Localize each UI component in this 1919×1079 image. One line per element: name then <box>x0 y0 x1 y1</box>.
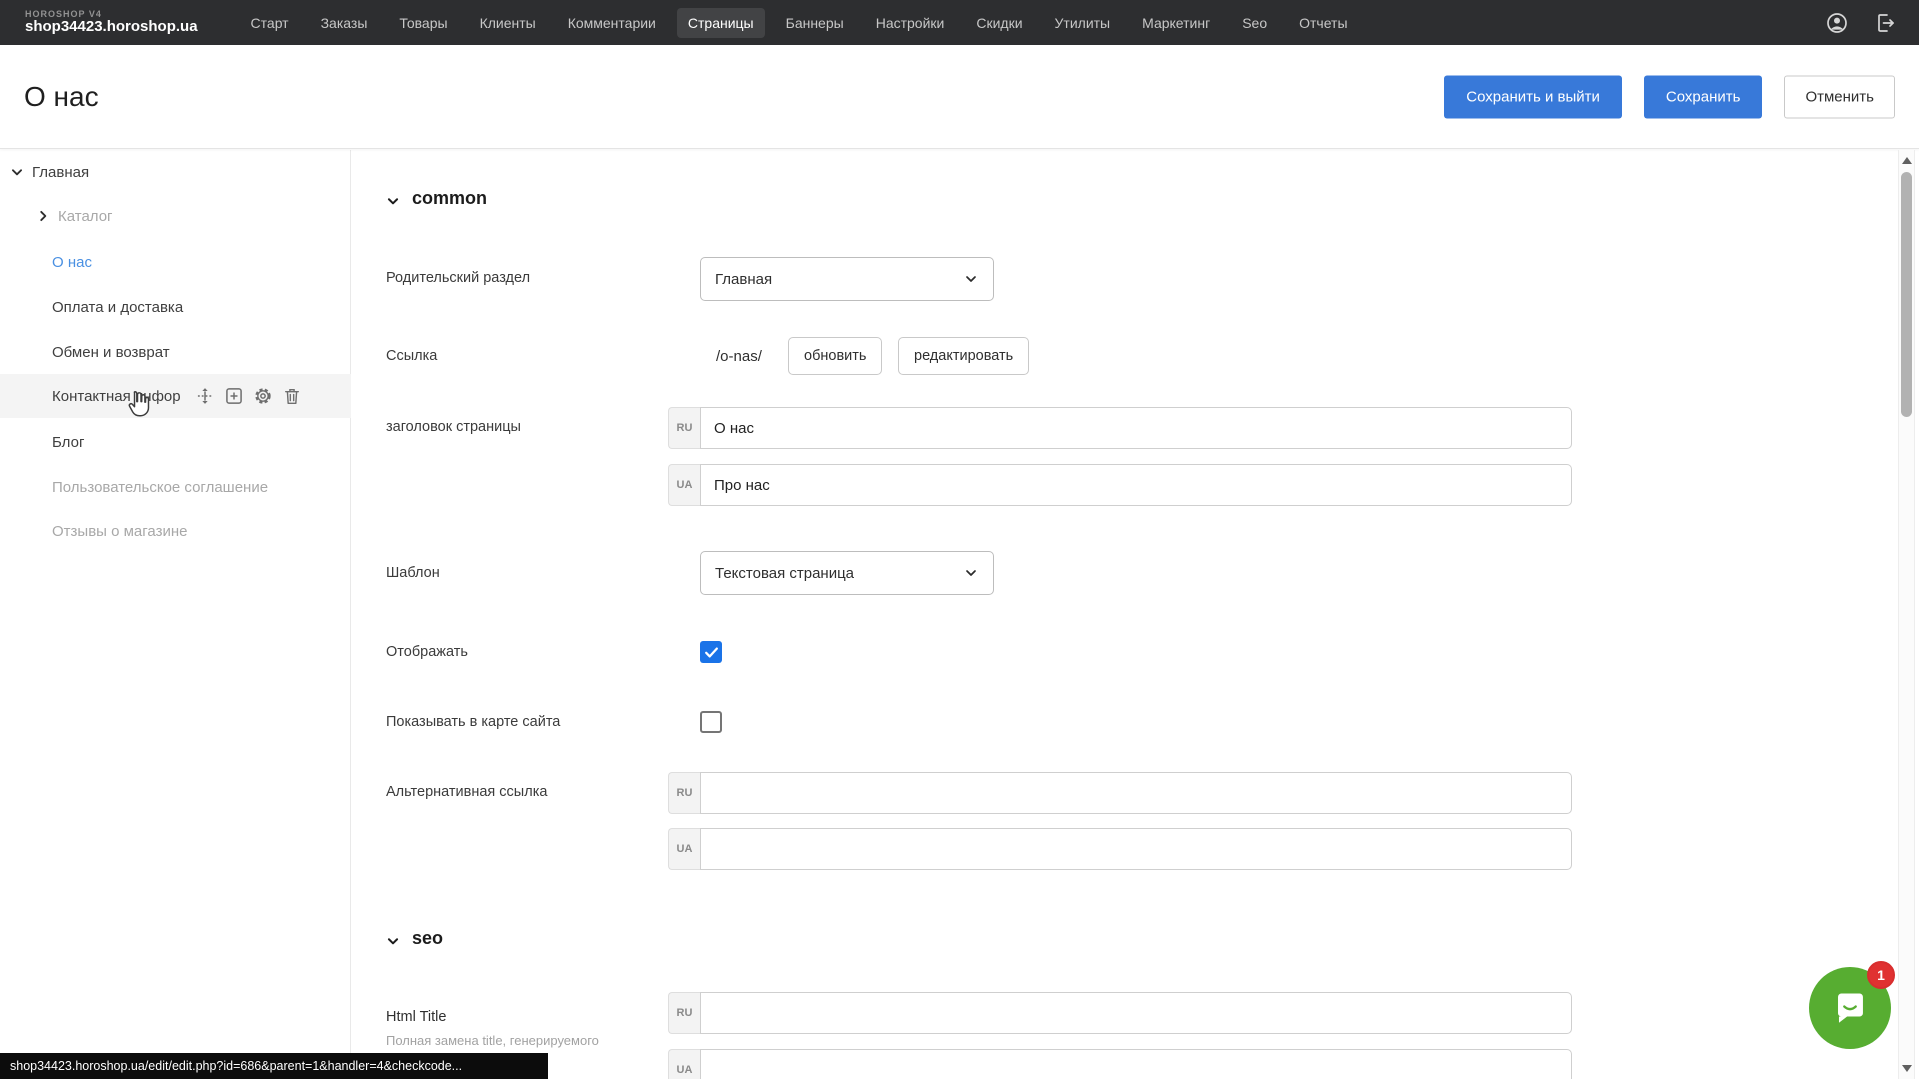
alt-link-ua-input[interactable] <box>700 828 1572 870</box>
tree-item-label: О нас <box>52 254 92 271</box>
tree-item-label: Обмен и возврат <box>52 344 170 361</box>
nav-settings[interactable]: Настройки <box>865 8 956 38</box>
nav-orders[interactable]: Заказы <box>310 8 379 38</box>
nav-reports[interactable]: Отчеты <box>1288 8 1358 38</box>
tree-item-blog[interactable]: Блог <box>0 420 351 464</box>
html-title-label: Html Title <box>386 1009 686 1025</box>
parent-section-label: Родительский раздел <box>386 270 686 286</box>
nav-comments[interactable]: Комментарии <box>557 8 667 38</box>
scrollbar-thumb[interactable] <box>1901 172 1912 417</box>
tree-item-actions <box>195 386 302 406</box>
chevron-right-icon[interactable] <box>36 209 50 223</box>
nav-start[interactable]: Старт <box>240 8 300 38</box>
sitemap-label: Показывать в карте сайта <box>386 714 686 730</box>
tree-item-label: Контактная инфор <box>52 388 181 405</box>
link-path: /o-nas/ <box>716 348 762 365</box>
parent-section-value: Главная <box>715 271 772 288</box>
sitemap-checkbox[interactable] <box>700 711 722 733</box>
tree-item-label: Оплата и доставка <box>52 299 183 316</box>
tree-item-label: Каталог <box>58 208 113 225</box>
html-title-hint: Полная замена title, генерируемого <box>386 1033 686 1048</box>
page-title-ua-input[interactable] <box>700 464 1572 506</box>
vertical-scrollbar[interactable] <box>1898 150 1915 1079</box>
nav-pages[interactable]: Страницы <box>677 8 765 38</box>
add-icon[interactable] <box>224 386 244 406</box>
tree-item-glavnaya[interactable]: Главная <box>0 150 351 194</box>
scroll-down-arrow[interactable] <box>1902 1065 1912 1072</box>
chevron-down-icon <box>386 932 400 946</box>
account-icon[interactable] <box>1825 11 1849 35</box>
parent-section-select[interactable]: Главная <box>700 257 994 301</box>
section-seo[interactable]: seo <box>386 928 443 949</box>
chevron-down-icon <box>386 192 400 206</box>
topbar: HOROSHOP V4 shop34423.horoshop.ua Старт … <box>0 0 1919 45</box>
edit-form: common Родительский раздел Главная Ссылк… <box>351 150 1897 1079</box>
alt-link-label: Альтернативная ссылка <box>386 784 686 800</box>
tree-item-label: Отзывы о магазине <box>52 523 187 540</box>
top-navigation: Старт Заказы Товары Клиенты Комментарии … <box>240 8 1359 38</box>
template-select[interactable]: Текстовая страница <box>700 551 994 595</box>
brand[interactable]: HOROSHOP V4 shop34423.horoshop.ua <box>25 10 198 35</box>
pages-tree-sidebar: Главная Каталог О нас Оплата и доставка … <box>0 150 351 1079</box>
cancel-button[interactable]: Отменить <box>1784 75 1895 118</box>
nav-marketing[interactable]: Маркетинг <box>1131 8 1221 38</box>
display-label: Отображать <box>386 644 686 660</box>
lang-tag-ua: UA <box>668 1049 700 1079</box>
html-title-ua-input[interactable] <box>700 1049 1572 1079</box>
nav-seo[interactable]: Seo <box>1231 8 1278 38</box>
page-header: О нас Сохранить и выйти Сохранить Отмени… <box>0 45 1919 149</box>
display-checkbox[interactable] <box>700 641 722 663</box>
chevron-down-icon[interactable] <box>10 165 24 179</box>
tree-item-o-nas[interactable]: О нас <box>0 240 351 284</box>
tree-item-reviews[interactable]: Отзывы о магазине <box>0 509 351 553</box>
lang-tag-ru: RU <box>668 407 700 449</box>
page-title-label: заголовок страницы <box>386 419 686 435</box>
lang-tag-ru: RU <box>668 992 700 1034</box>
section-seo-label: seo <box>412 928 443 949</box>
save-and-exit-button[interactable]: Сохранить и выйти <box>1444 75 1622 118</box>
chat-bubble-icon <box>1827 983 1873 1034</box>
tree-item-label: Главная <box>32 164 89 181</box>
chevron-down-icon <box>963 565 979 581</box>
tree-item-kontaktnaya[interactable]: Контактная инфор <box>0 374 351 418</box>
chat-unread-badge: 1 <box>1867 961 1895 989</box>
link-update-button[interactable]: обновить <box>788 337 882 375</box>
lang-tag-ru: RU <box>668 772 700 814</box>
logout-icon[interactable] <box>1873 11 1897 35</box>
trash-icon[interactable] <box>282 386 302 406</box>
section-common-label: common <box>412 188 487 209</box>
nav-utilities[interactable]: Утилиты <box>1044 8 1122 38</box>
tree-item-oplata[interactable]: Оплата и доставка <box>0 285 351 329</box>
template-label: Шаблон <box>386 565 686 581</box>
chat-widget-button[interactable]: 1 <box>1809 967 1891 1049</box>
drag-icon[interactable] <box>195 386 215 406</box>
nav-discounts[interactable]: Скидки <box>965 8 1033 38</box>
scroll-up-arrow[interactable] <box>1902 157 1912 164</box>
tree-item-label: Пользовательское соглашение <box>52 479 268 496</box>
page-title-ru-input[interactable] <box>700 407 1572 449</box>
link-label: Ссылка <box>386 348 686 364</box>
template-value: Текстовая страница <box>715 565 854 582</box>
nav-banners[interactable]: Баннеры <box>775 8 855 38</box>
lang-tag-ua: UA <box>668 464 700 506</box>
section-common[interactable]: common <box>386 188 487 209</box>
tree-item-obmen[interactable]: Обмен и возврат <box>0 330 351 374</box>
link-edit-button[interactable]: редактировать <box>898 337 1029 375</box>
tree-item-agreement[interactable]: Пользовательское соглашение <box>0 465 351 509</box>
lang-tag-ua: UA <box>668 828 700 870</box>
tree-item-label: Блог <box>52 434 84 451</box>
nav-clients[interactable]: Клиенты <box>469 8 547 38</box>
status-url-bar: shop34423.horoshop.ua/edit/edit.php?id=6… <box>0 1053 548 1079</box>
alt-link-ru-input[interactable] <box>700 772 1572 814</box>
page-title: О нас <box>24 81 99 113</box>
gear-icon[interactable] <box>253 386 273 406</box>
tree-item-katalog[interactable]: Каталог <box>0 194 351 238</box>
chevron-down-icon <box>963 271 979 287</box>
html-title-ru-input[interactable] <box>700 992 1572 1034</box>
save-button[interactable]: Сохранить <box>1644 75 1763 118</box>
nav-products[interactable]: Товары <box>388 8 458 38</box>
brand-domain: shop34423.horoshop.ua <box>25 19 198 35</box>
